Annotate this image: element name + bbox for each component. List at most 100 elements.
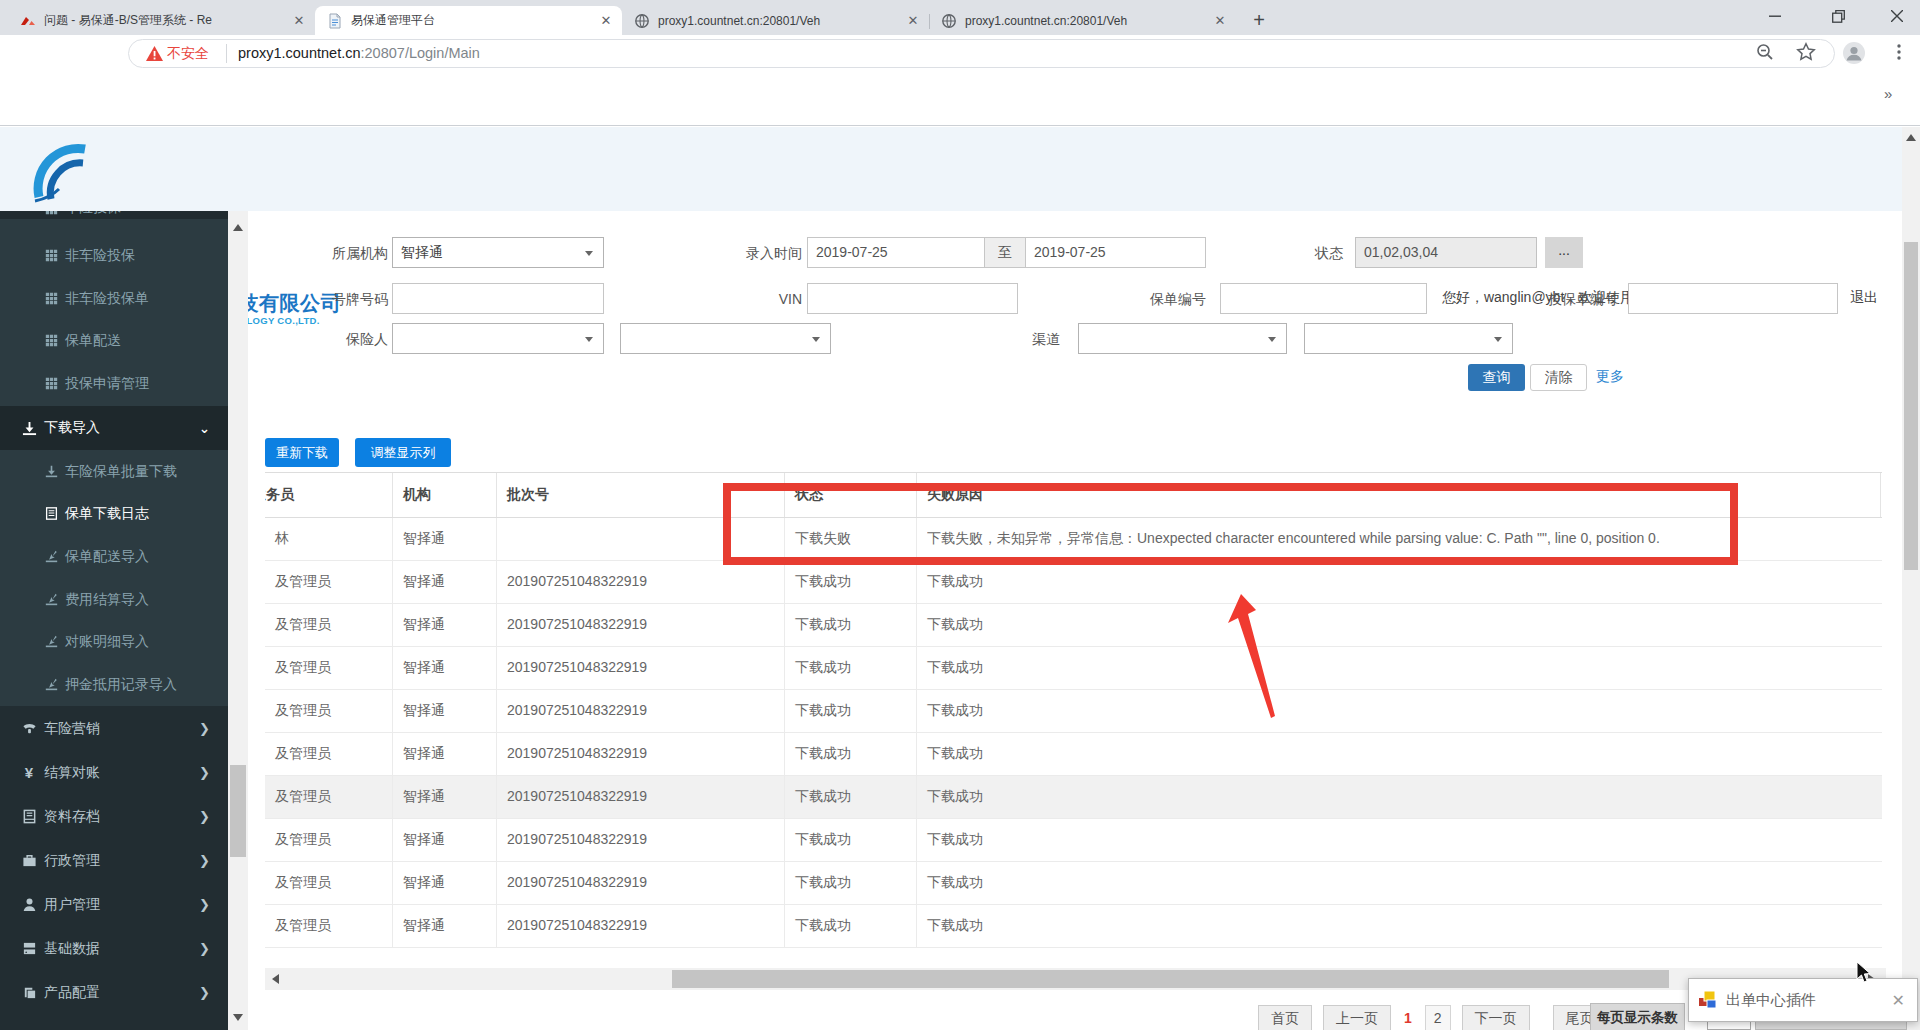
sidebar-scrollbar-thumb[interactable]: [230, 765, 246, 857]
org-select[interactable]: 智择通: [392, 237, 604, 268]
page-prev-button[interactable]: 上一页: [1323, 1005, 1391, 1030]
table-row[interactable]: 及管理员智择通201907251048322919下载成功下载成功: [265, 690, 1882, 733]
sidebar-item-费用结算导入[interactable]: 费用结算导入: [0, 578, 228, 621]
bookmarks-overflow-icon[interactable]: »: [1884, 85, 1892, 102]
popup-close-icon[interactable]: ✕: [1892, 991, 1905, 1010]
proposal-no-input[interactable]: [1628, 283, 1838, 314]
sidebar-item-押金抵用记录导入[interactable]: 押金抵用记录导入: [0, 663, 228, 706]
grid-icon: [43, 249, 59, 262]
adjust-columns-button[interactable]: 调整显示列: [355, 438, 451, 467]
chevron-right-icon: ❯: [199, 985, 210, 1000]
table-row[interactable]: 及管理员智择通201907251048322919下载成功下载成功: [265, 733, 1882, 776]
bookmark-star-icon[interactable]: [1796, 42, 1820, 66]
sidebar-item-基础数据[interactable]: 基础数据❯: [0, 927, 228, 970]
sidebar-item-车险保单批量下载[interactable]: 车险保单批量下载: [0, 450, 228, 493]
table-cell: 及管理员: [265, 690, 393, 732]
new-tab-button[interactable]: +: [1246, 8, 1272, 34]
sidebar-item-非车险投保单[interactable]: 非车险投保单: [0, 277, 228, 320]
more-link[interactable]: 更多: [1596, 368, 1624, 386]
channel-select-2[interactable]: [1304, 323, 1513, 354]
logout-link[interactable]: 退出: [1850, 289, 1878, 305]
sidebar-scrollbar[interactable]: [228, 211, 248, 1030]
sidebar-scroll-up-icon[interactable]: [233, 224, 243, 231]
security-warning-icon[interactable]: [146, 46, 163, 61]
table-row[interactable]: 及管理员智择通201907251048322919下载成功下载成功: [265, 561, 1882, 604]
clear-button[interactable]: 清除: [1530, 364, 1587, 391]
tab-close-icon[interactable]: ✕: [1212, 13, 1228, 29]
page-next-button[interactable]: 下一页: [1462, 1005, 1530, 1030]
date-to-label: 至: [984, 237, 1026, 268]
table-cell: 下载成功: [785, 905, 917, 947]
window-close-button[interactable]: [1874, 0, 1920, 32]
zoom-out-icon[interactable]: [1755, 42, 1779, 66]
profile-avatar[interactable]: [1842, 41, 1866, 65]
status-more-button[interactable]: ...: [1545, 237, 1583, 268]
sidebar-item-投保申请管理[interactable]: 投保申请管理: [0, 362, 228, 405]
page-scrollbar-thumb[interactable]: [1904, 242, 1918, 570]
table-row[interactable]: 及管理员智择通201907251048322919下载成功下载成功: [265, 776, 1882, 819]
sidebar-item-车险投保[interactable]: 车险投保: [0, 211, 228, 219]
plate-label: 号牌号码: [288, 290, 388, 308]
grid-icon: [43, 292, 59, 305]
status-label: 状态: [1243, 244, 1343, 262]
sidebar-item-下载导入[interactable]: 下载导入⌄: [0, 406, 228, 450]
url-text[interactable]: proxy1.countnet.cn:20807/Login/Main: [238, 45, 480, 61]
sidebar-item-非车险投保[interactable]: 非车险投保: [0, 234, 228, 277]
policy-no-label: 保单编号: [1106, 290, 1206, 308]
insurer-select-1[interactable]: [392, 323, 604, 354]
sidebar-item-资料存档[interactable]: 资料存档❯: [0, 795, 228, 838]
grid-icon: [43, 334, 59, 347]
channel-select-1[interactable]: [1078, 323, 1287, 354]
table-row[interactable]: 及管理员智择通201907251048322919下载成功下载成功: [265, 862, 1882, 905]
window-restore-button[interactable]: [1815, 0, 1861, 32]
table-scroll-left-icon[interactable]: [272, 974, 279, 984]
security-label[interactable]: 不安全: [167, 45, 209, 63]
tab-close-icon[interactable]: ✕: [598, 13, 614, 29]
page-number-current[interactable]: 1: [1402, 1005, 1414, 1030]
tab-close-icon[interactable]: ✕: [291, 13, 307, 29]
sidebar-item-车险营销[interactable]: 车险营销❯: [0, 707, 228, 750]
sidebar-item-产品配置[interactable]: 产品配置❯: [0, 971, 228, 1014]
page-first-button[interactable]: 首页: [1258, 1005, 1312, 1030]
sidebar-item-对账明细导入[interactable]: 对账明细导入: [0, 620, 228, 663]
redownload-button[interactable]: 重新下载: [265, 438, 339, 467]
sidebar-item-保单配送导入[interactable]: 保单配送导入: [0, 535, 228, 578]
browser-tab-2[interactable]: 易保通管理平台✕: [315, 6, 622, 35]
table-row[interactable]: 及管理员智择通201907251048322919下载成功下载成功: [265, 604, 1882, 647]
import-icon: [43, 635, 59, 648]
page-number-2[interactable]: 2: [1425, 1005, 1451, 1030]
tab-close-icon[interactable]: ✕: [905, 13, 921, 29]
vin-input[interactable]: [807, 283, 1018, 314]
search-button[interactable]: 查询: [1468, 364, 1525, 391]
date-to-input[interactable]: 2019-07-25: [1025, 237, 1206, 268]
sidebar-scroll-down-icon[interactable]: [233, 1014, 243, 1021]
page-scroll-up-icon[interactable]: [1906, 134, 1916, 141]
browser-tab-4[interactable]: proxy1.countnet.cn:20801/Veh✕: [929, 6, 1236, 35]
policy-no-input[interactable]: [1220, 283, 1427, 314]
status-input[interactable]: 01,02,03,04: [1355, 237, 1537, 268]
table-row[interactable]: 及管理员智择通201907251048322919下载成功下载成功: [265, 647, 1882, 690]
sidebar-item-保单配送[interactable]: 保单配送: [0, 319, 228, 362]
table-cell: 及管理员: [265, 776, 393, 818]
table-row[interactable]: 及管理员智择通201907251048322919下载成功下载成功: [265, 905, 1882, 948]
table-scrollbar-thumb[interactable]: [672, 970, 1669, 988]
sidebar-item-结算对账[interactable]: ¥结算对账❯: [0, 751, 228, 794]
plate-input[interactable]: [392, 283, 604, 314]
sidebar-item-行政管理[interactable]: 行政管理❯: [0, 839, 228, 882]
browser-menu-icon[interactable]: [1890, 43, 1914, 67]
browser-tab-1[interactable]: 问题 - 易保通-B/S管理系统 - Re✕: [8, 6, 315, 35]
browser-tab-3[interactable]: proxy1.countnet.cn:20801/Veh✕: [622, 6, 929, 35]
sidebar-item-用户管理[interactable]: 用户管理❯: [0, 883, 228, 926]
insurer-select-2[interactable]: [620, 323, 831, 354]
chevron-down-icon: ⌄: [199, 421, 210, 436]
date-from-input[interactable]: 2019-07-25: [807, 237, 985, 268]
table-cell: 下载成功: [785, 733, 917, 775]
window-minimize-button[interactable]: [1752, 0, 1798, 32]
entry-date-label: 录入时间: [702, 244, 802, 262]
url-separator: [226, 44, 227, 63]
chevron-right-icon: ❯: [199, 897, 210, 912]
tab-separator: [929, 14, 930, 29]
table-cell: 智择通: [393, 604, 497, 646]
sidebar-item-保单下载日志[interactable]: 保单下载日志: [0, 492, 228, 535]
table-row[interactable]: 及管理员智择通201907251048322919下载成功下载成功: [265, 819, 1882, 862]
